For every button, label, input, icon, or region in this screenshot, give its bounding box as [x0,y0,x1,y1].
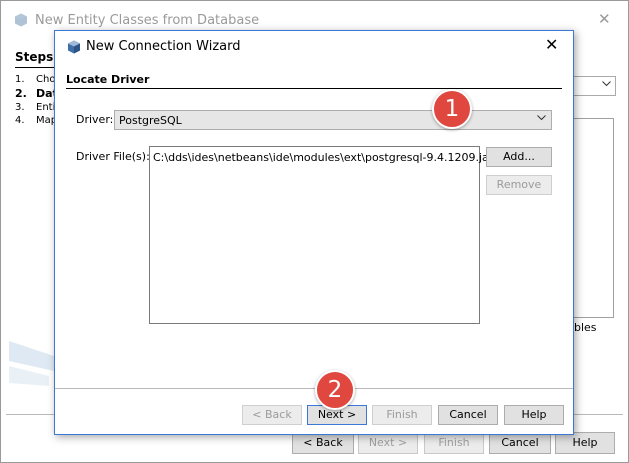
background-back-button[interactable]: < Back [292,432,354,454]
background-dialog-title: New Entity Classes from Database [35,13,260,28]
section-divider [66,88,562,89]
close-icon[interactable]: ✕ [545,37,558,53]
background-close-icon[interactable]: ✕ [598,12,611,27]
background-cancel-button[interactable]: Cancel [489,432,551,454]
available-tables-list[interactable] [572,118,614,318]
new-connection-wizard-dialog: New Connection Wizard ✕ Locate Driver Dr… [54,30,574,435]
chevron-down-icon [537,115,546,121]
driver-select-value: PostgreSQL [119,114,182,127]
tables-label-fragment: bles [574,321,597,334]
background-title-bar: New Entity Classes from Database ✕ [1,1,628,32]
remove-file-button[interactable]: Remove [486,175,552,195]
app-cube-icon [15,13,27,27]
list-item[interactable]: C:\dds\ides\netbeans\ide\modules\ext\pos… [153,151,493,164]
driver-files-label: Driver File(s): [76,150,150,163]
app-cube-icon [68,40,80,54]
chevron-down-icon [602,81,611,87]
wizard-decoration-graphic [9,341,54,386]
connection-combo[interactable] [572,76,616,96]
driver-files-list[interactable]: C:\dds\ides\netbeans\ide\modules\ext\pos… [149,146,493,324]
step-item: 3. Enti [15,102,56,113]
cancel-button[interactable]: Cancel [438,405,498,425]
driver-label: Driver: [76,113,114,126]
section-title: Locate Driver [66,73,150,86]
finish-button[interactable]: Finish [372,405,432,425]
background-finish-button[interactable]: Finish [424,432,484,454]
steps-title: Steps [15,50,54,64]
step-item: 1. Cho [15,74,56,85]
step-item: 4. Map [15,115,58,126]
back-button[interactable]: < Back [242,405,302,425]
annotation-badge-1: 1 [432,89,472,129]
help-button[interactable]: Help [504,405,564,425]
step-item-current: 2. Dat [15,87,58,100]
background-help-button[interactable]: Help [555,432,615,454]
annotation-badge-2: 2 [315,370,355,410]
background-next-button[interactable]: Next > [358,432,418,454]
wizard-title: New Connection Wizard [86,39,241,54]
driver-select[interactable]: PostgreSQL [114,110,552,130]
add-file-button[interactable]: Add... [486,147,552,167]
steps-divider [15,67,55,68]
footer-divider [55,388,573,389]
